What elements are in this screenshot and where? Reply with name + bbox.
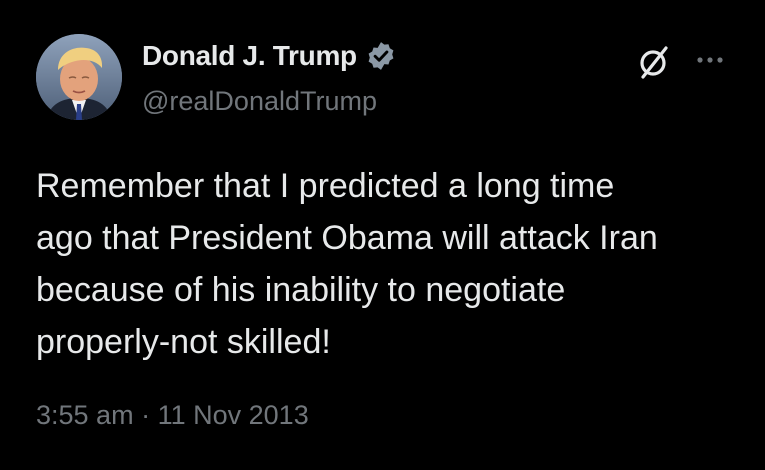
avatar[interactable] [36,34,122,120]
tweet-time: 3:55 am [36,400,134,430]
tweet-timestamp[interactable]: 3:55 am · 11 Nov 2013 [36,400,309,431]
more-options-icon[interactable] [690,50,730,70]
timestamp-separator: · [141,400,151,430]
tweet-date: 11 Nov 2013 [157,400,309,430]
author-display-name[interactable]: Donald J. Trump [142,40,357,72]
grok-icon[interactable] [634,42,674,82]
author-handle[interactable]: @realDonaldTrump [142,86,377,117]
author-name-row: Donald J. Trump [142,40,397,72]
tweet-text: Remember that I predicted a long time ag… [36,167,658,361]
tweet-card: Donald J. Trump @realDonaldTrump Remembe… [0,0,765,470]
verified-badge-icon [365,40,397,72]
profile-photo [36,34,122,120]
